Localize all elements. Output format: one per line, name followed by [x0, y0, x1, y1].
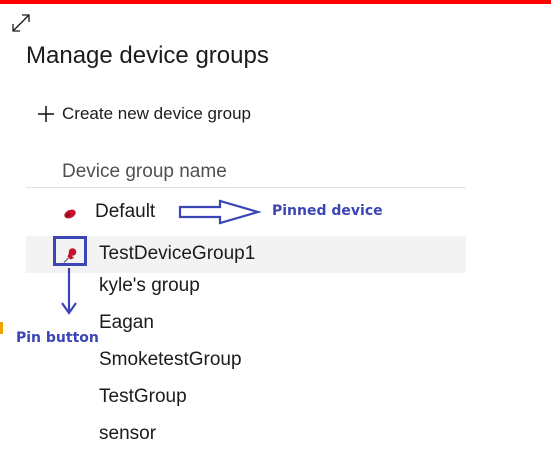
create-device-group-button[interactable]: Create new device group [36, 102, 251, 126]
plus-icon [38, 106, 54, 122]
column-header-label: Device group name [62, 161, 227, 182]
pin-button-annotation: Pin button [16, 330, 99, 346]
pin-button-highlight-box [53, 236, 87, 266]
left-edge-accent [0, 322, 3, 334]
pinned-device-annotation: Pinned device [272, 203, 383, 219]
device-group-row-testgroup[interactable]: TestGroup [26, 379, 466, 416]
device-group-row-default[interactable]: Default [26, 194, 466, 231]
device-group-row-sensor[interactable]: sensor [26, 416, 466, 453]
device-group-name: TestDeviceGroup1 [99, 243, 256, 264]
device-group-name: TestGroup [99, 386, 187, 407]
pinned-icon[interactable] [60, 203, 80, 223]
device-group-name: sensor [99, 423, 157, 444]
top-border [0, 0, 551, 4]
expand-icon[interactable] [10, 12, 32, 34]
device-group-row-smoketestgroup[interactable]: SmoketestGroup [26, 342, 466, 379]
device-group-name: Eagan [99, 312, 154, 333]
column-header: Device group name [26, 150, 466, 188]
device-group-name: kyle's group [99, 275, 200, 296]
device-group-row-kyles-group[interactable]: kyle's group [26, 268, 466, 305]
device-group-name: SmoketestGroup [99, 349, 242, 370]
create-device-group-label: Create new device group [62, 104, 252, 123]
device-group-name: Default [95, 201, 156, 222]
dialog-title: Manage device groups [26, 42, 269, 69]
